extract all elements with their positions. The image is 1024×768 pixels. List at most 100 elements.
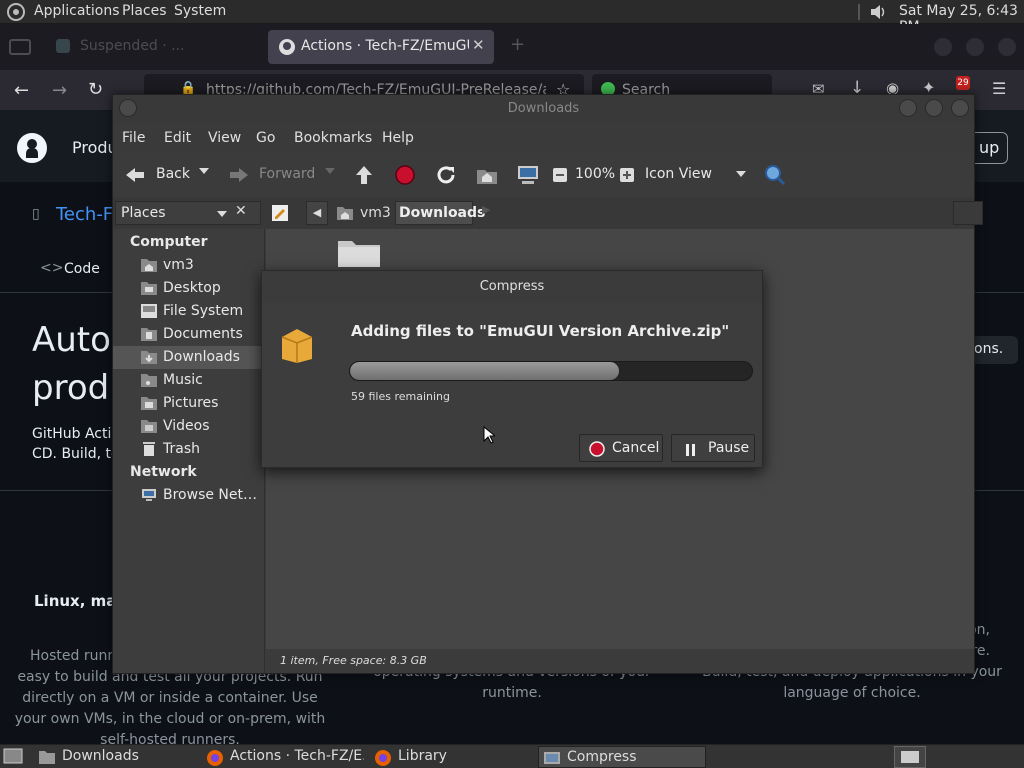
sidebar-item-music[interactable]: Music	[113, 369, 263, 392]
archive-package-icon	[278, 325, 316, 365]
minimize-icon[interactable]	[934, 38, 952, 56]
sidebar-item-label: Downloads	[163, 349, 240, 365]
tab-close-icon[interactable]: ✕	[472, 36, 485, 54]
up-icon[interactable]	[353, 164, 375, 186]
reload-icon[interactable]: ↻	[88, 79, 103, 100]
ublock-badge[interactable]: 29	[956, 76, 970, 90]
menu-applications[interactable]: Applications	[34, 3, 120, 19]
code-tab[interactable]: Code	[64, 261, 100, 277]
home-icon[interactable]	[475, 164, 499, 186]
pause-button[interactable]: Pause	[671, 434, 755, 462]
top-panel: Applications Places System Sat May 25, 6…	[0, 0, 1024, 35]
sidebar-item-browse-network[interactable]: Browse Net…	[113, 484, 263, 507]
taskbar-item-downloads[interactable]: Downloads	[32, 746, 196, 768]
taskbar-item-library[interactable]: Library	[370, 746, 534, 768]
sidebar-item-label: Documents	[163, 326, 243, 342]
forward-button[interactable]: Forward	[225, 161, 335, 189]
dialog-title: Compress	[479, 279, 545, 294]
taskbar: Downloads Actions · Tech-FZ/E... Library…	[0, 744, 1024, 768]
firefox-icon	[206, 749, 224, 767]
show-desktop-icon[interactable]	[2, 746, 24, 768]
path-segment-downloads[interactable]: Downloads	[395, 201, 485, 225]
menu-view[interactable]: View	[208, 130, 241, 146]
path-left-arrow-icon[interactable]: ◀	[306, 201, 328, 225]
music-folder-icon	[141, 373, 157, 387]
mate-logo-icon[interactable]	[6, 3, 26, 21]
workspace-switcher-icon[interactable]	[894, 746, 926, 768]
taskbar-label: Actions · Tech-FZ/E...	[230, 748, 364, 764]
sidebar-item-label: Videos	[163, 418, 210, 434]
network-icon	[141, 488, 157, 502]
sidebar-item-vm3[interactable]: vm3	[113, 254, 263, 277]
edit-location-icon[interactable]	[271, 204, 289, 222]
pause-icon	[686, 444, 696, 456]
folder-icon[interactable]	[336, 237, 382, 267]
maximize-icon[interactable]	[966, 38, 984, 56]
computer-icon[interactable]	[516, 163, 540, 187]
stop-icon[interactable]	[394, 164, 416, 186]
back-button[interactable]: Back	[121, 161, 217, 189]
back-icon[interactable]: ←	[14, 80, 29, 101]
forward-label: Forward	[259, 166, 316, 182]
col1-title: Linux, ma	[34, 592, 117, 610]
toolbar: Back Forward 100% Icon View	[113, 153, 974, 197]
path-right-arrow-icon[interactable]: ▶	[482, 203, 490, 216]
repo-icon: ▯	[32, 206, 40, 222]
tab-suspended[interactable]: Suspended · ...	[44, 30, 264, 64]
new-tab-icon[interactable]: +	[510, 34, 525, 55]
taskbar-item-compress[interactable]: Compress	[538, 746, 706, 768]
maximize-icon[interactable]	[925, 99, 943, 117]
dialog-titlebar[interactable]: Compress	[262, 271, 762, 303]
zoom-out-icon[interactable]	[552, 167, 568, 183]
github-logo-icon[interactable]	[16, 132, 48, 164]
close-icon[interactable]	[998, 38, 1016, 56]
tab-label: Suspended · ...	[80, 38, 185, 54]
sidebar-item-downloads[interactable]: Downloads	[113, 346, 263, 369]
search-icon[interactable]	[763, 163, 787, 187]
repo-link[interactable]: Tech-F	[56, 204, 113, 225]
home-folder-icon	[336, 205, 354, 221]
menu-bookmarks[interactable]: Bookmarks	[294, 130, 372, 146]
menu-help[interactable]: Help	[382, 130, 414, 146]
menu-system[interactable]: System	[174, 3, 226, 19]
menu-file[interactable]: File	[122, 130, 145, 146]
window-titlebar[interactable]: Downloads	[113, 95, 974, 123]
sidebar-item-file-system[interactable]: File System	[113, 300, 263, 323]
sidebar-item-videos[interactable]: Videos	[113, 415, 263, 438]
sidebar-item-desktop[interactable]: Desktop	[113, 277, 263, 300]
window-menu-icon[interactable]	[119, 99, 137, 117]
col3-line: language of choice.	[783, 685, 921, 701]
zoom-in-icon[interactable]	[619, 167, 635, 183]
forward-history-chevron-icon[interactable]	[324, 167, 336, 175]
back-history-chevron-icon[interactable]	[198, 167, 210, 175]
menu-edit[interactable]: Edit	[164, 130, 191, 146]
sidebar-item-documents[interactable]: Documents	[113, 323, 263, 346]
sidebar-item-trash[interactable]: Trash	[113, 438, 263, 461]
taskbar-item-firefox[interactable]: Actions · Tech-FZ/E...	[200, 746, 366, 768]
tab-actions[interactable]: Actions · Tech-FZ/EmuGUI- ✕	[268, 30, 494, 64]
volume-icon[interactable]	[868, 3, 888, 21]
menu-places[interactable]: Places	[122, 3, 167, 19]
forward-icon[interactable]: →	[52, 80, 67, 101]
zoom-level[interactable]: 100%	[575, 166, 615, 182]
firefox-view-icon[interactable]	[8, 36, 32, 58]
path-segment-vm3[interactable]: vm3	[332, 201, 391, 225]
nav-product[interactable]: Produ	[72, 138, 118, 157]
documents-folder-icon	[141, 327, 157, 341]
close-sidebar-icon[interactable]: ✕	[235, 203, 247, 219]
cancel-button[interactable]: Cancel	[579, 434, 663, 462]
close-icon[interactable]	[951, 99, 969, 117]
headline-1: Autor	[32, 320, 125, 360]
menu-hamburger-icon[interactable]: ☰	[992, 79, 1006, 98]
sidebar-item-label: Pictures	[163, 395, 219, 411]
sidebar-item-label: Browse Net…	[163, 487, 258, 503]
reload-icon[interactable]	[435, 164, 457, 186]
sidebar-item-label: Music	[163, 372, 203, 388]
sidebar-item-pictures[interactable]: Pictures	[113, 392, 263, 415]
view-mode-select[interactable]: Icon View	[645, 161, 749, 189]
sidebar-heading-network: Network	[130, 464, 197, 480]
menu-go[interactable]: Go	[256, 130, 275, 146]
compress-app-icon	[543, 750, 561, 766]
minimize-icon[interactable]	[899, 99, 917, 117]
signup-label: up	[979, 138, 1000, 157]
